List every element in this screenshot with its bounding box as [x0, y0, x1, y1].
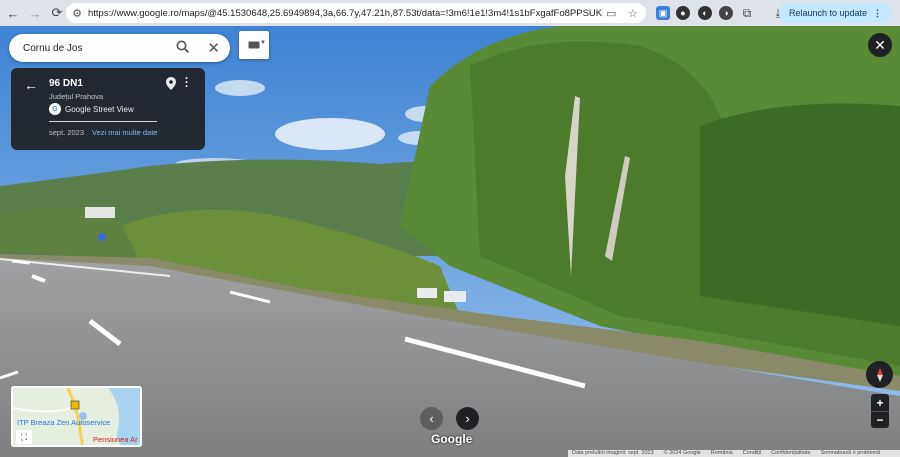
- relaunch-button[interactable]: Relaunch to update ⋮: [778, 3, 892, 23]
- footer-item[interactable]: Semnalează o problemă: [821, 450, 881, 457]
- extension-icon[interactable]: ▣: [656, 6, 670, 20]
- search-box[interactable]: Cornu de Jos ✕: [9, 34, 230, 62]
- close-icon[interactable]: ✕: [868, 33, 892, 57]
- map-label: ITP Breaza Zen Autoservice: [17, 418, 111, 427]
- relaunch-label: Relaunch to update: [788, 8, 867, 18]
- source-label: Google Street View: [65, 104, 134, 114]
- star-icon[interactable]: ☆: [628, 7, 638, 20]
- divider: [49, 121, 157, 122]
- extension-icon[interactable]: ◐: [698, 6, 712, 20]
- back-arrow-icon[interactable]: ←: [24, 77, 38, 93]
- compass-needle: [876, 367, 883, 382]
- zoom-control: + −: [871, 394, 889, 428]
- search-input[interactable]: Cornu de Jos: [23, 43, 173, 54]
- cast-icon[interactable]: ▭: [606, 7, 616, 20]
- tune-icon[interactable]: ⚙: [66, 7, 88, 20]
- address-bar[interactable]: ⚙ https://www.google.ro/maps/@45.1530648…: [66, 3, 646, 23]
- map-label: Pensiunea Ar: [93, 435, 138, 444]
- more-dates-link[interactable]: Vezi mai multe date: [92, 128, 157, 137]
- footer-item: Data preluării imaginii: sept. 2023: [572, 450, 654, 456]
- chevron-down-icon: ▼: [260, 40, 266, 46]
- more-options-icon[interactable]: · · ·: [185, 74, 189, 93]
- zoom-in-button[interactable]: +: [871, 394, 889, 411]
- location-title: 96 DN1: [49, 78, 83, 89]
- capture-date: sept. 2023: [49, 128, 85, 137]
- extension-icon[interactable]: ◑: [719, 6, 733, 20]
- forward-arrow-icon[interactable]: →: [24, 2, 46, 24]
- pin-icon[interactable]: [166, 77, 176, 90]
- back-arrow-icon[interactable]: ←: [2, 2, 24, 24]
- location-info-card: ← 96 DN1 Județul Prahova · · · G Google St…: [11, 68, 205, 150]
- extension-icon[interactable]: ●: [676, 6, 690, 20]
- next-arrow-button[interactable]: ›: [456, 407, 479, 430]
- google-icon: G: [49, 103, 61, 115]
- search-icon[interactable]: [176, 40, 190, 54]
- minimap[interactable]: ITP Breaza Zen Autoservice Pensiunea Ar …: [11, 386, 142, 447]
- menu-dots-icon: ⋮: [873, 7, 882, 18]
- keyboard-toggle-button[interactable]: ▼: [239, 31, 269, 59]
- compass-icon[interactable]: [866, 361, 893, 388]
- map-footer: Data preluării imaginii: sept. 2023 © 20…: [568, 450, 900, 457]
- keyboard-icon: [248, 41, 260, 49]
- footer-item[interactable]: Condiții: [743, 450, 761, 457]
- source-attribution: G Google Street View: [49, 103, 134, 115]
- footer-item: © 2024 Google: [663, 450, 701, 456]
- clear-icon[interactable]: ✕: [207, 39, 220, 57]
- location-subtitle: Județul Prahova: [49, 92, 104, 101]
- zoom-out-button[interactable]: −: [871, 411, 889, 428]
- google-logo: Google: [431, 432, 473, 446]
- footer-item[interactable]: România: [711, 450, 733, 457]
- browser-toolbar: ← → ⟳ ⚙ https://www.google.ro/maps/@45.1…: [0, 0, 900, 26]
- expand-icon[interactable]: ⛶: [16, 430, 32, 444]
- extensions-icon[interactable]: ⧉: [740, 6, 754, 20]
- url-text[interactable]: https://www.google.ro/maps/@45.1530648,2…: [88, 8, 603, 19]
- footer-item[interactable]: Confidențialitate: [771, 450, 810, 457]
- reload-icon[interactable]: ⟳: [46, 2, 68, 24]
- previous-arrow-button[interactable]: ‹: [420, 407, 443, 430]
